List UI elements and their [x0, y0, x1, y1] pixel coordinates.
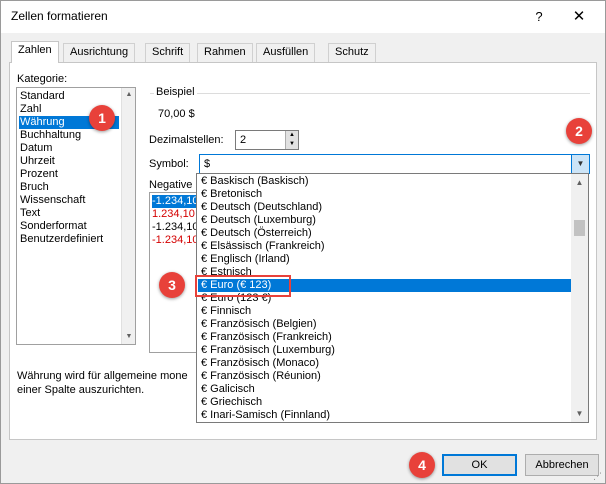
tab-ausfuellen[interactable]: Ausfüllen — [256, 43, 316, 62]
category-list[interactable]: Standard Zahl Währung Buchhaltung Datum … — [16, 87, 136, 345]
category-item-bruch[interactable]: Bruch — [20, 181, 49, 194]
tab-schutz[interactable]: Schutz — [328, 43, 376, 62]
increment-arrow-icon[interactable]: ▲ — [286, 131, 298, 140]
description-line: Währung wird für allgemeine mone — [17, 370, 188, 382]
highlight-annotation — [195, 275, 291, 297]
symbol-option[interactable]: € Französisch (Réunion) — [198, 370, 321, 383]
category-item-buchhaltung[interactable]: Buchhaltung — [20, 129, 81, 142]
category-item-datum[interactable]: Datum — [20, 142, 52, 155]
step-badge-4: 4 — [409, 452, 435, 478]
symbol-option[interactable]: € Deutsch (Luxemburg) — [198, 214, 316, 227]
negative-option[interactable]: -1.234,10 — [152, 234, 198, 247]
symbol-option[interactable]: € Französisch (Frankreich) — [198, 331, 332, 344]
symbol-dropdown[interactable]: $ ▼ — [199, 154, 590, 174]
ok-button[interactable]: OK — [442, 454, 517, 476]
symbol-option[interactable]: € Inari-Samisch (Finnland) — [198, 409, 330, 422]
symbol-option[interactable]: € Deutsch (Österreich) — [198, 227, 312, 240]
cancel-button[interactable]: Abbrechen — [525, 454, 599, 476]
category-item-benutzerdefiniert[interactable]: Benutzerdefiniert — [20, 233, 103, 246]
sample-group: Beispiel 70,00 $ — [150, 86, 590, 131]
step-badge-1: 1 — [89, 105, 115, 131]
symbol-option[interactable]: € Bretonisch — [198, 188, 262, 201]
symbol-option[interactable]: € Französisch (Luxemburg) — [198, 344, 335, 357]
title-bar: Zellen formatieren ? ✕ — [1, 1, 605, 33]
symbol-option[interactable]: € Französisch (Belgien) — [198, 318, 317, 331]
help-button[interactable]: ? — [529, 7, 549, 27]
category-label: Kategorie: — [17, 73, 68, 85]
dialog-title: Zellen formatieren — [11, 9, 108, 23]
step-badge-3: 3 — [159, 272, 185, 298]
symbol-option[interactable]: € Elsässisch (Frankreich) — [198, 240, 324, 253]
category-item-sonderformat[interactable]: Sonderformat — [20, 220, 87, 233]
negative-label: Negative — [149, 179, 193, 191]
negative-option[interactable]: -1.234,10 — [152, 195, 199, 208]
scrollbar-thumb[interactable] — [574, 220, 585, 236]
close-button[interactable]: ✕ — [567, 5, 591, 29]
category-item-wissenschaft[interactable]: Wissenschaft — [20, 194, 85, 207]
sample-label: Beispiel — [154, 86, 197, 98]
decrement-arrow-icon[interactable]: ▼ — [286, 140, 298, 149]
symbol-options-list[interactable]: € Baskisch (Baskisch) € Bretonisch € Deu… — [196, 173, 589, 423]
chevron-down-icon[interactable]: ▼ — [571, 155, 589, 173]
tab-zahlen[interactable]: Zahlen — [11, 41, 59, 63]
description-line: einer Spalte auszurichten. — [17, 384, 145, 396]
category-item-text[interactable]: Text — [20, 207, 40, 220]
sample-value: 70,00 $ — [158, 108, 195, 120]
scroll-up-arrow-icon[interactable]: ▲ — [122, 88, 136, 102]
negative-option[interactable]: 1.234,10 — [152, 208, 195, 221]
symbol-option[interactable]: € Englisch (Irland) — [198, 253, 290, 266]
category-item-uhrzeit[interactable]: Uhrzeit — [20, 155, 55, 168]
scroll-down-arrow-icon[interactable]: ▼ — [122, 330, 136, 344]
symbol-value: $ — [204, 158, 211, 170]
scroll-down-arrow-icon[interactable]: ▼ — [571, 405, 588, 422]
format-cells-dialog: Zellen formatieren ? ✕ Zahlen Ausrichtun… — [0, 0, 606, 484]
scroll-up-arrow-icon[interactable]: ▲ — [571, 174, 588, 191]
negative-option[interactable]: -1.234,10 — [152, 221, 198, 234]
decimals-label: Dezimalstellen: — [149, 134, 224, 146]
stepper-buttons: ▲ ▼ — [285, 131, 298, 149]
category-description: Währung wird für allgemeine mone einer S… — [17, 369, 197, 397]
tab-schrift[interactable]: Schrift — [145, 43, 191, 62]
decimals-stepper[interactable]: 2 ▲ ▼ — [235, 130, 299, 150]
symbol-option[interactable]: € Deutsch (Deutschland) — [198, 201, 322, 214]
step-badge-2: 2 — [566, 118, 592, 144]
resize-grip-icon[interactable]: ⋰ — [593, 471, 603, 481]
category-scrollbar[interactable]: ▲ ▼ — [121, 88, 135, 344]
symbol-label: Symbol: — [149, 158, 189, 170]
tab-rahmen[interactable]: Rahmen — [197, 43, 253, 62]
symbol-option[interactable]: € Französisch (Monaco) — [198, 357, 319, 370]
symbol-option[interactable]: € Baskisch (Baskisch) — [198, 175, 309, 188]
category-item-prozent[interactable]: Prozent — [20, 168, 58, 181]
category-item-standard[interactable]: Standard — [20, 90, 65, 103]
category-item-zahl[interactable]: Zahl — [20, 103, 41, 116]
tab-ausrichtung[interactable]: Ausrichtung — [63, 43, 136, 62]
symbol-list-scrollbar[interactable]: ▲ ▼ — [571, 174, 588, 422]
decimals-value: 2 — [240, 134, 247, 146]
symbol-option[interactable]: € Galicisch — [198, 383, 255, 396]
symbol-option[interactable]: € Finnisch — [198, 305, 251, 318]
symbol-option[interactable]: € Griechisch — [198, 396, 262, 409]
